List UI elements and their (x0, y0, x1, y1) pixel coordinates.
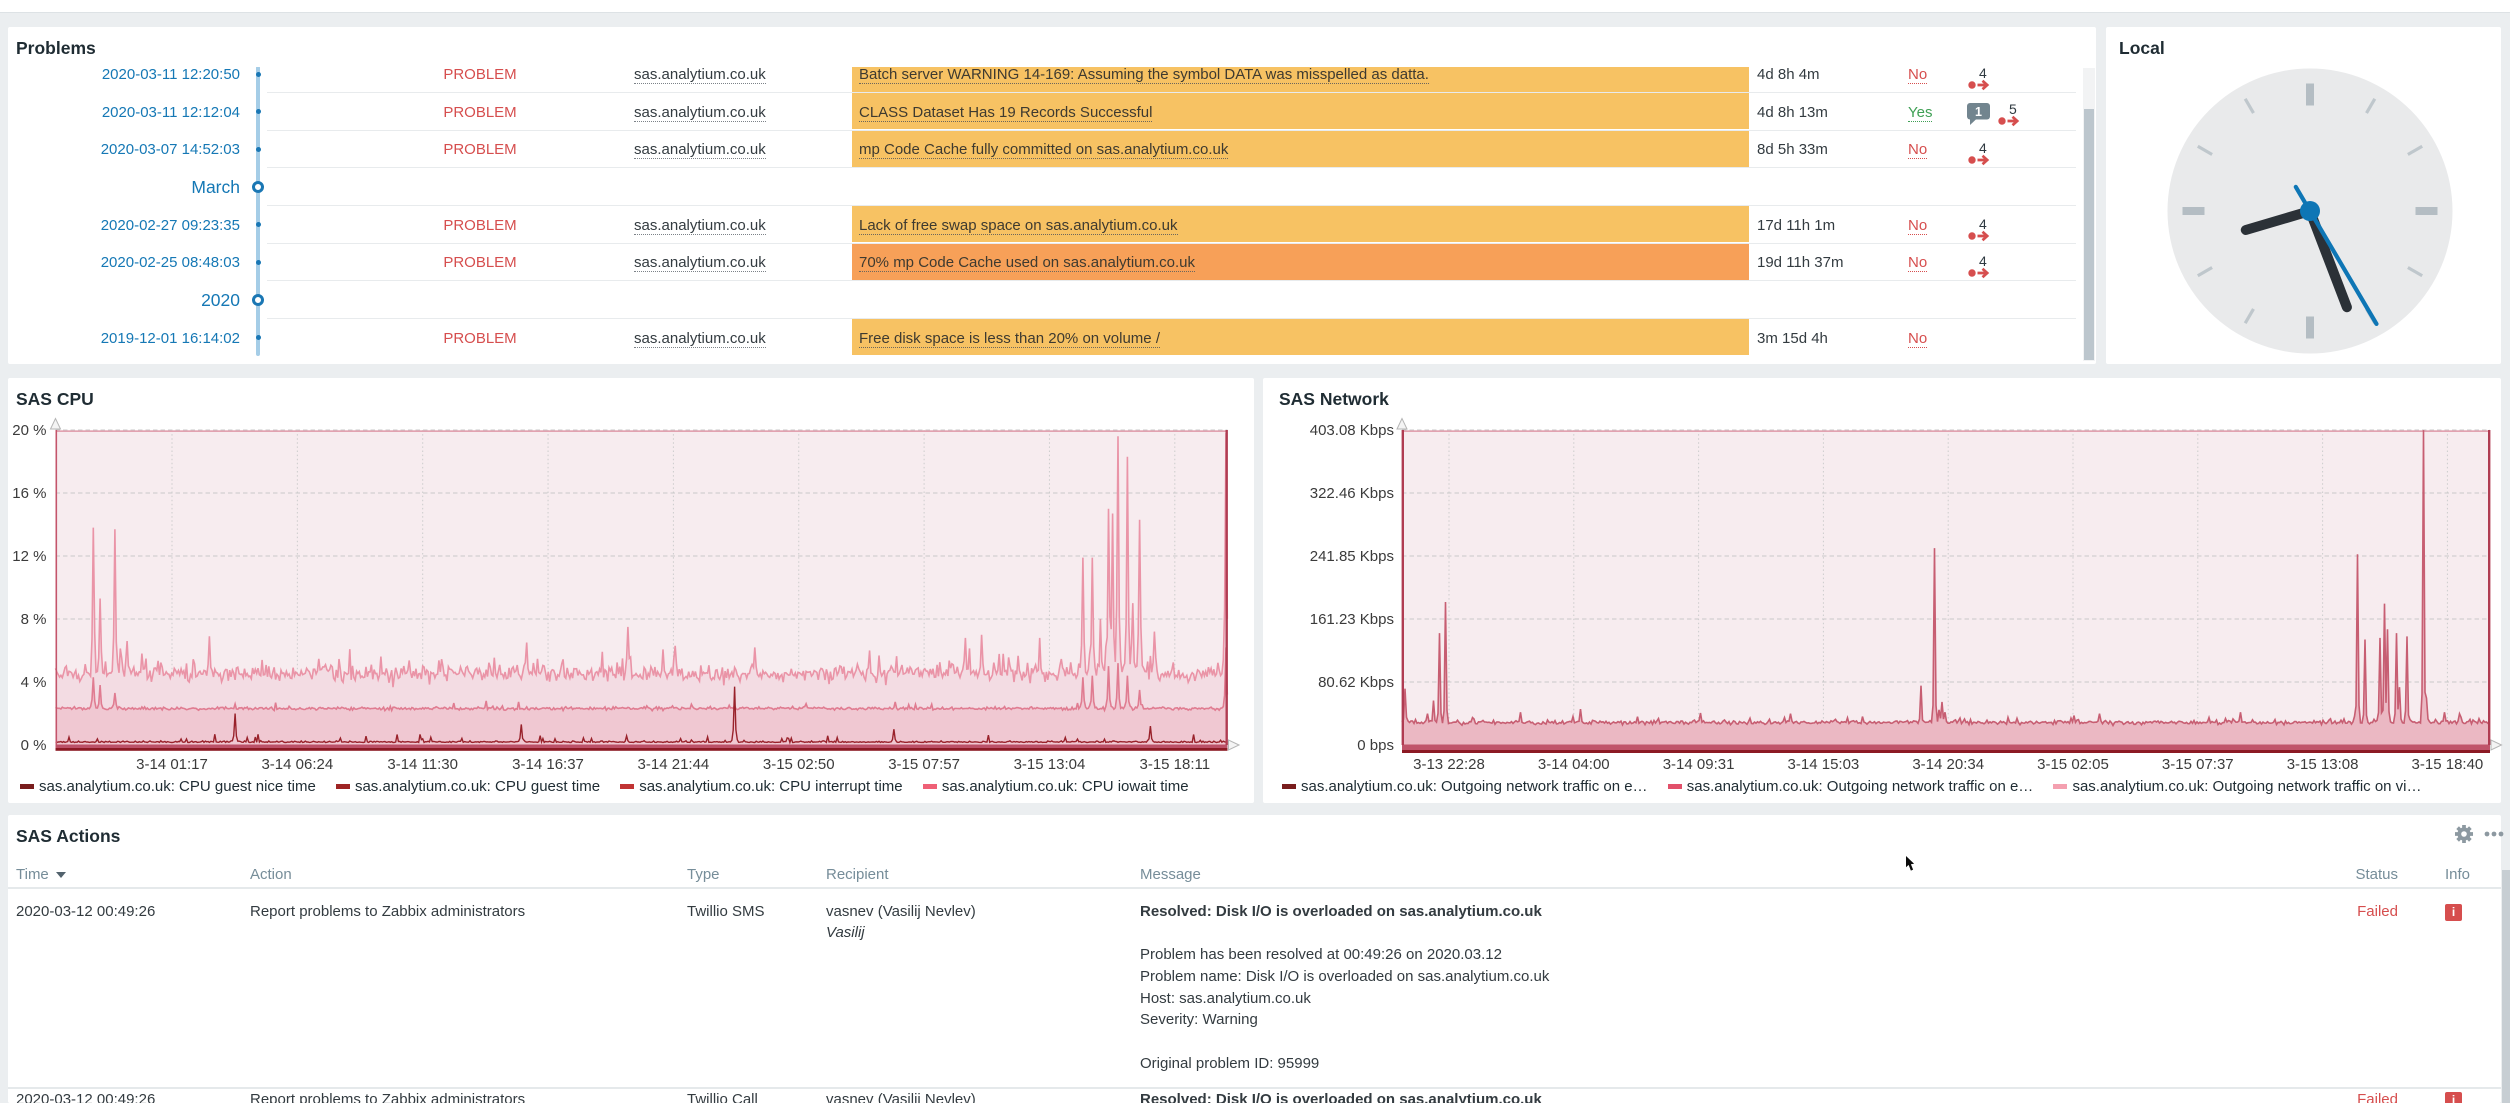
svg-text:3-14 09:31: 3-14 09:31 (1663, 756, 1735, 773)
svg-text:241.85 Kbps: 241.85 Kbps (1310, 548, 1394, 565)
svg-text:403.08 Kbps: 403.08 Kbps (1310, 422, 1394, 439)
svg-text:3-15 07:57: 3-15 07:57 (888, 756, 960, 773)
svg-text:3-15 18:40: 3-15 18:40 (2412, 756, 2484, 773)
svg-text:3-15 07:37: 3-15 07:37 (2162, 756, 2234, 773)
svg-text:3-15 18:11: 3-15 18:11 (1139, 756, 1210, 773)
svg-text:12 %: 12 % (12, 548, 46, 565)
svg-text:3-13 22:28: 3-13 22:28 (1413, 756, 1485, 773)
svg-text:3-14 20:34: 3-14 20:34 (1912, 756, 1984, 773)
svg-text:322.46 Kbps: 322.46 Kbps (1310, 485, 1394, 502)
svg-text:3-14 15:03: 3-14 15:03 (1788, 756, 1860, 773)
svg-text:3-15 02:05: 3-15 02:05 (2037, 756, 2109, 773)
svg-text:0 %: 0 % (21, 737, 47, 754)
svg-text:3-14 04:00: 3-14 04:00 (1538, 756, 1610, 773)
svg-text:8 %: 8 % (21, 611, 47, 628)
svg-text:3-15 13:08: 3-15 13:08 (2287, 756, 2359, 773)
svg-text:4 %: 4 % (21, 674, 47, 691)
svg-text:3-14 06:24: 3-14 06:24 (261, 756, 333, 773)
svg-text:16 %: 16 % (12, 485, 46, 502)
svg-text:3-15 02:50: 3-15 02:50 (763, 756, 835, 773)
svg-text:3-14 11:30: 3-14 11:30 (387, 756, 458, 773)
svg-text:80.62 Kbps: 80.62 Kbps (1318, 674, 1394, 691)
svg-text:3-15 13:04: 3-15 13:04 (1014, 756, 1086, 773)
svg-text:3-14 01:17: 3-14 01:17 (136, 756, 208, 773)
svg-text:3-14 16:37: 3-14 16:37 (512, 756, 584, 773)
svg-text:3-14 21:44: 3-14 21:44 (638, 756, 710, 773)
svg-text:0 bps: 0 bps (1357, 737, 1394, 754)
svg-text:161.23 Kbps: 161.23 Kbps (1310, 611, 1394, 628)
svg-text:20 %: 20 % (12, 422, 46, 439)
